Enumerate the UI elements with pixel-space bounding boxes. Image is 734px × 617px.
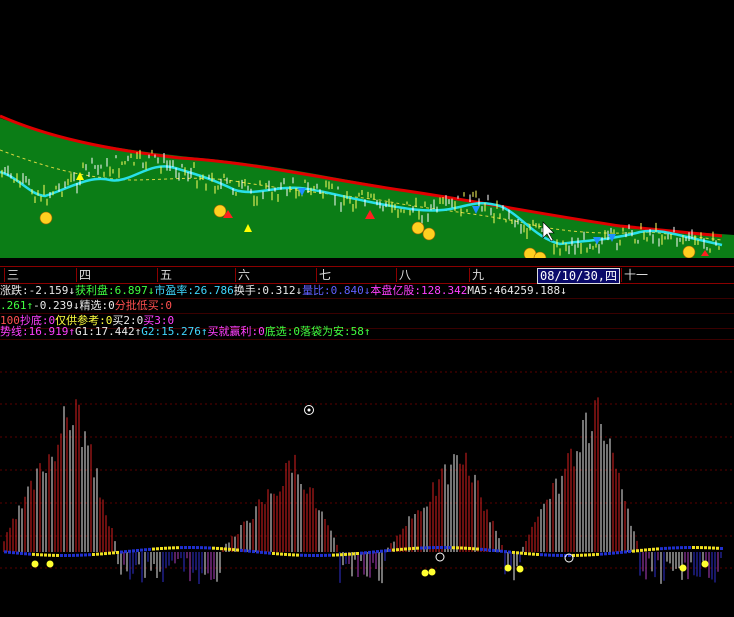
row4-item: 势线:16.919↑ <box>0 325 75 338</box>
row1-item: 量比:0.840↓ <box>302 284 371 297</box>
axis-label-5: 五 <box>157 268 172 282</box>
axis-label-11: 十一 <box>621 268 648 282</box>
price-chart[interactable]: $ $ <box>0 0 734 258</box>
row2-item: 精选:0 <box>79 299 115 312</box>
indicator-row-1: 涨跌:-2.159↓获利盘:6.897↓市盈率:26.786 换手:0.312↓… <box>0 283 734 299</box>
row4-item: 底选:0 <box>264 325 300 338</box>
axis-label-6: 六 <box>235 268 250 282</box>
row1-item: MA5:464259.188↓ <box>467 284 567 297</box>
row2-item: -0.239↓ <box>33 299 80 312</box>
axis-label-4: 四 <box>76 268 91 282</box>
date-axis: 三 四 五 六 七 八 九 08/10/30,四 十一 <box>0 266 734 284</box>
row1-item: 换手:0.312↓ <box>233 284 303 297</box>
axis-label-selected-date[interactable]: 08/10/30,四 <box>537 268 621 284</box>
grid-lines <box>0 371 734 569</box>
row1-item: 获利盘:6.897↓ <box>74 284 155 297</box>
row4-item: 落袋为安:58↑ <box>299 325 371 338</box>
indicator-chart[interactable] <box>0 340 734 617</box>
histogram-bars <box>3 397 723 584</box>
row2-item: .261↑ <box>0 299 34 312</box>
row1-item: 涨跌:-2.159↓ <box>0 284 75 297</box>
row4-item: G2:15.276↑ <box>141 325 208 338</box>
row1-item: 本盘亿股:128.342 <box>370 284 468 297</box>
axis-label-7: 七 <box>316 268 331 282</box>
axis-label-9: 九 <box>469 268 484 282</box>
axis-label-8: 八 <box>396 268 411 282</box>
axis-label-3: 三 <box>4 268 19 282</box>
row4-item: G1:17.442↑ <box>74 325 142 338</box>
indicator-row-4: 势线:16.919↑G1:17.442↑G2:15.276↑买就赢利:0 底选:… <box>0 324 734 340</box>
row2-item: 分批低买:0 <box>114 299 172 312</box>
indicator-row-2: .261↑-0.239↓精选:0 分批低买:0 <box>0 298 734 314</box>
row4-item: 买就赢利:0 <box>207 325 265 338</box>
row1-item: 市盈率:26.786 <box>154 284 234 297</box>
